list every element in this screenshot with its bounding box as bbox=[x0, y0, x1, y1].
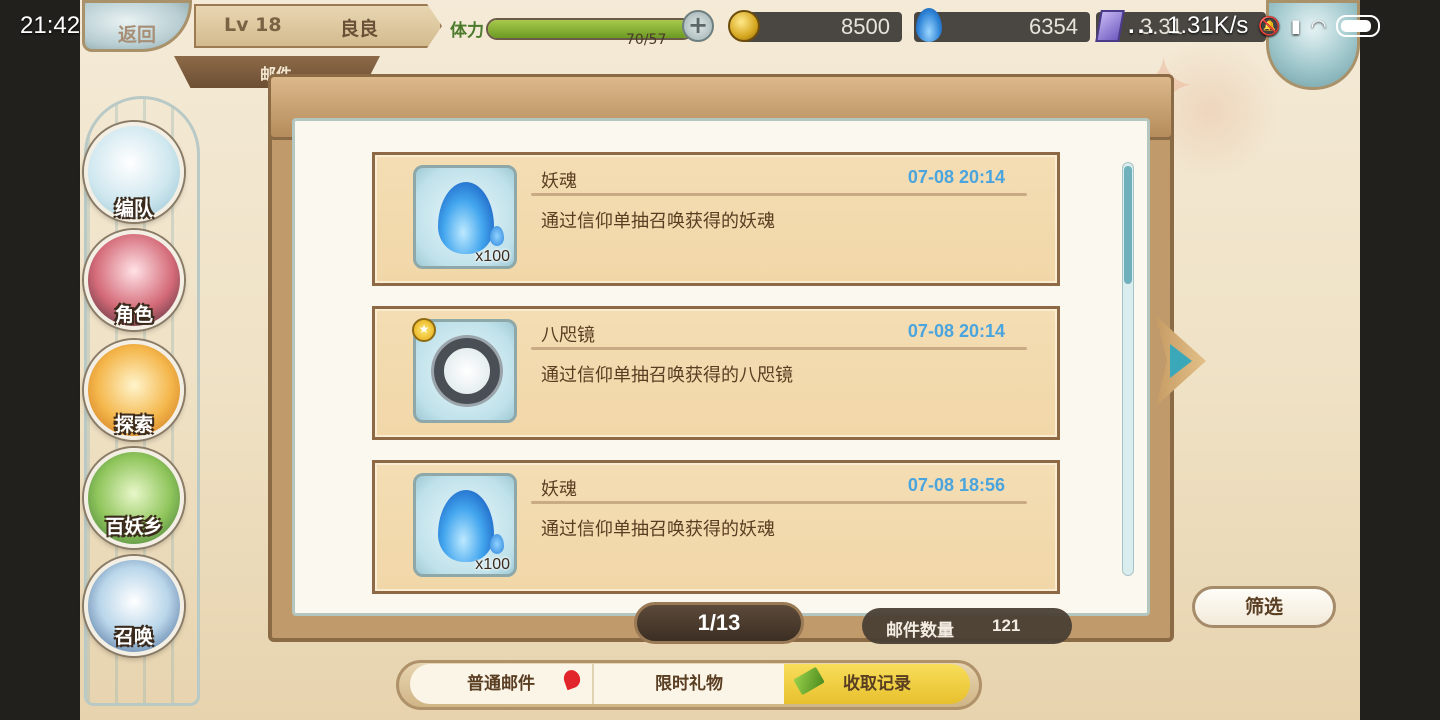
item-quantity: x100 bbox=[475, 248, 510, 265]
soul-value: 6354 bbox=[1029, 14, 1078, 39]
player-name: 良良 bbox=[340, 18, 379, 40]
mail-title: 八咫镜 bbox=[541, 325, 595, 346]
mail-item[interactable]: x100 妖魂 07-08 20:14 通过信仰单抽召唤获得的妖魂 bbox=[372, 152, 1060, 286]
mail-description: 通过信仰单抽召唤获得的八咫镜 bbox=[541, 365, 793, 386]
sidebar-item-label[interactable]: 百妖乡 bbox=[84, 512, 184, 539]
mail-item[interactable]: x100 妖魂 07-08 18:56 通过信仰单抽召唤获得的妖魂 bbox=[372, 460, 1060, 594]
sidebar-item-label[interactable]: 编队 bbox=[84, 194, 184, 221]
mail-title: 妖魂 bbox=[541, 479, 577, 500]
stamina-meter: 体力 70/57 bbox=[446, 8, 714, 48]
sidebar-item-label[interactable]: 角色 bbox=[84, 300, 184, 327]
menu-orb-button[interactable] bbox=[1266, 0, 1360, 90]
item-quantity: x100 bbox=[475, 556, 510, 573]
divider bbox=[531, 501, 1027, 504]
mail-item[interactable]: ★ 八咫镜 07-08 20:14 通过信仰单抽召唤获得的八咫镜 bbox=[372, 306, 1060, 440]
letterbox-left bbox=[0, 0, 80, 720]
scrollbar-thumb[interactable] bbox=[1124, 166, 1132, 284]
letterbox-right bbox=[1360, 0, 1440, 720]
coin-icon bbox=[728, 10, 760, 42]
sidebar-item-label[interactable]: 探索 bbox=[84, 410, 184, 437]
mail-item-icon-box: x100 bbox=[413, 165, 517, 269]
star-badge-icon: ★ bbox=[412, 318, 436, 342]
mail-description: 通过信仰单抽召唤获得的妖魂 bbox=[541, 519, 775, 540]
mail-time: 07-08 20:14 bbox=[907, 167, 1005, 187]
soul-flame-icon bbox=[438, 490, 504, 562]
stamina-value: 70/57 bbox=[626, 32, 667, 48]
filter-button[interactable]: 筛选 bbox=[1192, 586, 1336, 628]
sidebar-item-label[interactable]: 召唤 bbox=[84, 622, 184, 649]
stamina-label: 体力 bbox=[450, 21, 484, 41]
mail-item-icon-box: ★ bbox=[412, 318, 517, 423]
coin-value: 8500 bbox=[841, 14, 890, 39]
mail-count-value: 121 bbox=[992, 616, 1021, 635]
mail-title: 妖魂 bbox=[541, 171, 577, 192]
mail-count-label: 邮件数量 bbox=[886, 621, 954, 641]
mail-time: 07-08 20:14 bbox=[907, 321, 1005, 341]
divider bbox=[531, 193, 1027, 196]
soul-icon bbox=[916, 8, 942, 42]
player-level: Lv 18 bbox=[224, 14, 282, 36]
add-stamina-button[interactable]: + bbox=[682, 10, 714, 42]
mail-time: 07-08 18:56 bbox=[907, 475, 1005, 495]
tab-limited-gifts[interactable]: 限时礼物 bbox=[592, 664, 784, 704]
mirror-icon bbox=[434, 338, 500, 404]
soul-flame-icon bbox=[438, 182, 504, 254]
crystal-value: 3.31 bbox=[1140, 14, 1183, 39]
mail-description: 通过信仰单抽召唤获得的妖魂 bbox=[541, 211, 775, 232]
back-label[interactable]: 返回 bbox=[118, 20, 156, 47]
divider bbox=[531, 347, 1027, 350]
page-indicator: 1/13 bbox=[634, 602, 804, 644]
mail-item-icon-box: x100 bbox=[413, 473, 517, 577]
